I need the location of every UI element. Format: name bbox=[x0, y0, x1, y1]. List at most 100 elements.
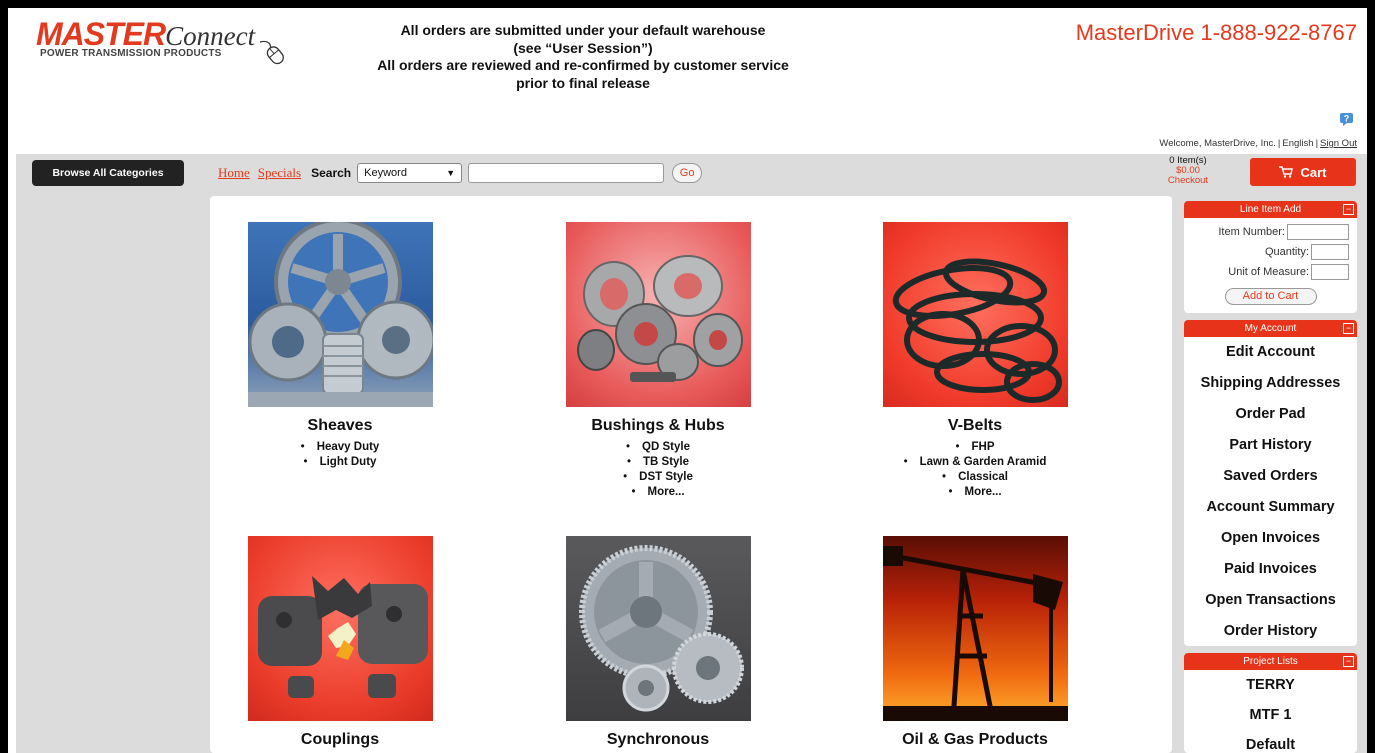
category-sublink[interactable]: Classical bbox=[835, 470, 1115, 485]
category-card[interactable]: Sheaves Heavy Duty Light Duty bbox=[200, 222, 480, 470]
svg-text:?: ? bbox=[1344, 114, 1350, 124]
project-list-item[interactable]: Default bbox=[1184, 730, 1357, 753]
top-nav: Home Specials Search Keyword ▼ Go bbox=[218, 162, 703, 184]
account-link-open-invoices[interactable]: Open Invoices bbox=[1184, 523, 1357, 554]
category-card[interactable]: Couplings bbox=[200, 536, 480, 749]
welcome-text: Welcome, MasterDrive, Inc. bbox=[1159, 138, 1276, 149]
search-input[interactable] bbox=[468, 163, 665, 183]
category-sublink[interactable]: More... bbox=[835, 485, 1115, 500]
category-grid: Sheaves Heavy Duty Light Duty Bushings &… bbox=[210, 196, 1172, 753]
category-sublist: QD Style TB Style DST Style More... bbox=[518, 440, 798, 500]
category-image[interactable] bbox=[565, 536, 751, 721]
checkout-link[interactable]: Checkout bbox=[1158, 176, 1218, 186]
notice-line: All orders are reviewed and re-confirmed… bbox=[377, 57, 789, 73]
category-sublist: Heavy Duty Light Duty bbox=[200, 440, 480, 470]
category-sublink[interactable]: QD Style bbox=[518, 440, 798, 455]
uom-label: Unit of Measure: bbox=[1228, 266, 1309, 278]
account-link-order-history[interactable]: Order History bbox=[1184, 616, 1357, 647]
category-sublink[interactable]: More... bbox=[518, 485, 798, 500]
account-link-open-transactions[interactable]: Open Transactions bbox=[1184, 585, 1357, 616]
collapse-icon[interactable]: − bbox=[1343, 323, 1354, 334]
category-image[interactable] bbox=[565, 222, 751, 407]
cart-icon bbox=[1279, 166, 1294, 178]
category-sublink[interactable]: Heavy Duty bbox=[200, 440, 480, 455]
page: MASTERConnect POWER TRANSMISSION PRODUCT… bbox=[8, 8, 1367, 753]
search-type-value: Keyword bbox=[364, 167, 407, 179]
quantity-field[interactable] bbox=[1311, 244, 1349, 260]
category-sublink[interactable]: DST Style bbox=[518, 470, 798, 485]
panel-title: Project Lists bbox=[1243, 656, 1298, 667]
my-account-panel: My Account − Edit Account Shipping Addre… bbox=[1184, 320, 1357, 646]
collapse-icon[interactable]: − bbox=[1343, 204, 1354, 215]
account-link-account-summary[interactable]: Account Summary bbox=[1184, 492, 1357, 523]
panel-title: My Account bbox=[1244, 323, 1297, 334]
category-card[interactable]: Synchronous bbox=[518, 536, 798, 749]
notice-line: prior to final release bbox=[516, 74, 650, 91]
separator: | bbox=[1315, 138, 1319, 149]
category-card[interactable]: Oil & Gas Products bbox=[835, 536, 1115, 749]
mouse-icon bbox=[259, 40, 284, 65]
account-link-shipping-addresses[interactable]: Shipping Addresses bbox=[1184, 368, 1357, 399]
sign-out-link[interactable]: Sign Out bbox=[1320, 138, 1357, 149]
cart-button[interactable]: Cart bbox=[1250, 158, 1356, 186]
notice-line: All orders are submitted under your defa… bbox=[400, 22, 766, 38]
account-link-edit-account[interactable]: Edit Account bbox=[1184, 337, 1357, 368]
item-number-label: Item Number: bbox=[1218, 226, 1285, 238]
go-button[interactable]: Go bbox=[672, 163, 703, 183]
panel-header: Line Item Add − bbox=[1184, 201, 1357, 218]
category-sublink[interactable]: TB Style bbox=[518, 455, 798, 470]
quantity-label: Quantity: bbox=[1264, 246, 1309, 258]
logo-master-text: MASTER bbox=[36, 16, 166, 52]
chevron-down-icon: ▼ bbox=[446, 168, 456, 178]
search-type-select[interactable]: Keyword ▼ bbox=[357, 163, 463, 183]
account-link-saved-orders[interactable]: Saved Orders bbox=[1184, 461, 1357, 492]
separator: | bbox=[1277, 138, 1281, 149]
category-card[interactable]: Bushings & Hubs QD Style TB Style DST St… bbox=[518, 222, 798, 500]
collapse-icon[interactable]: − bbox=[1343, 656, 1354, 667]
category-image[interactable] bbox=[882, 536, 1068, 721]
uom-row: Unit of Measure: bbox=[1184, 264, 1349, 280]
project-list-item[interactable]: MTF 1 bbox=[1184, 700, 1357, 730]
specials-link[interactable]: Specials bbox=[258, 165, 301, 181]
welcome-bar: Welcome, MasterDrive, Inc. | English | Sign … bbox=[1159, 138, 1357, 149]
account-link-part-history[interactable]: Part History bbox=[1184, 430, 1357, 461]
panel-title: Line Item Add bbox=[1239, 204, 1302, 215]
account-link-paid-invoices[interactable]: Paid Invoices bbox=[1184, 554, 1357, 585]
category-image[interactable] bbox=[247, 536, 433, 721]
uom-field[interactable] bbox=[1311, 264, 1349, 280]
category-sublink[interactable]: Light Duty bbox=[200, 455, 480, 470]
category-title[interactable]: Synchronous bbox=[518, 731, 798, 749]
category-image[interactable] bbox=[882, 222, 1068, 407]
quantity-row: Quantity: bbox=[1184, 244, 1349, 260]
order-notice: All orders are submitted under your defa… bbox=[363, 22, 803, 92]
panel-header: Project Lists − bbox=[1184, 653, 1357, 670]
category-sublink[interactable]: Lawn & Garden Aramid bbox=[835, 455, 1115, 470]
category-image[interactable] bbox=[247, 222, 433, 407]
language-link[interactable]: English bbox=[1282, 138, 1313, 149]
project-lists-panel: Project Lists − TERRY MTF 1 Default bbox=[1184, 653, 1357, 753]
category-sublink[interactable]: FHP bbox=[835, 440, 1115, 455]
home-link[interactable]: Home bbox=[218, 165, 250, 181]
help-icon[interactable]: ? bbox=[1339, 111, 1355, 127]
category-card[interactable]: V-Belts FHP Lawn & Garden Aramid Classic… bbox=[835, 222, 1115, 500]
logo[interactable]: MASTERConnect POWER TRANSMISSION PRODUCT… bbox=[36, 16, 286, 72]
project-list-item[interactable]: TERRY bbox=[1184, 670, 1357, 700]
item-number-field[interactable] bbox=[1287, 224, 1349, 240]
logo-connect-text: Connect bbox=[165, 21, 256, 51]
category-title[interactable]: Bushings & Hubs bbox=[518, 417, 798, 435]
cart-summary: 0 Item(s) $0.00 Checkout bbox=[1158, 156, 1218, 186]
item-number-row: Item Number: bbox=[1184, 224, 1349, 240]
cart-label: Cart bbox=[1300, 164, 1327, 180]
category-title[interactable]: Oil & Gas Products bbox=[835, 731, 1115, 749]
add-to-cart-button[interactable]: Add to Cart bbox=[1224, 288, 1317, 305]
account-link-order-pad[interactable]: Order Pad bbox=[1184, 399, 1357, 430]
notice-line: (see “User Session”) bbox=[513, 39, 653, 56]
category-title[interactable]: Couplings bbox=[200, 731, 480, 749]
category-title[interactable]: V-Belts bbox=[835, 417, 1115, 435]
phone-number: MasterDrive 1-888-922-8767 bbox=[1075, 20, 1357, 45]
line-item-add-panel: Line Item Add − Item Number: Quantity: U… bbox=[1184, 201, 1357, 313]
logo-subtitle: POWER TRANSMISSION PRODUCTS bbox=[40, 48, 222, 59]
category-title[interactable]: Sheaves bbox=[200, 417, 480, 435]
category-sublist: FHP Lawn & Garden Aramid Classical More.… bbox=[835, 440, 1115, 500]
browse-all-categories-button[interactable]: Browse All Categories bbox=[32, 160, 184, 186]
